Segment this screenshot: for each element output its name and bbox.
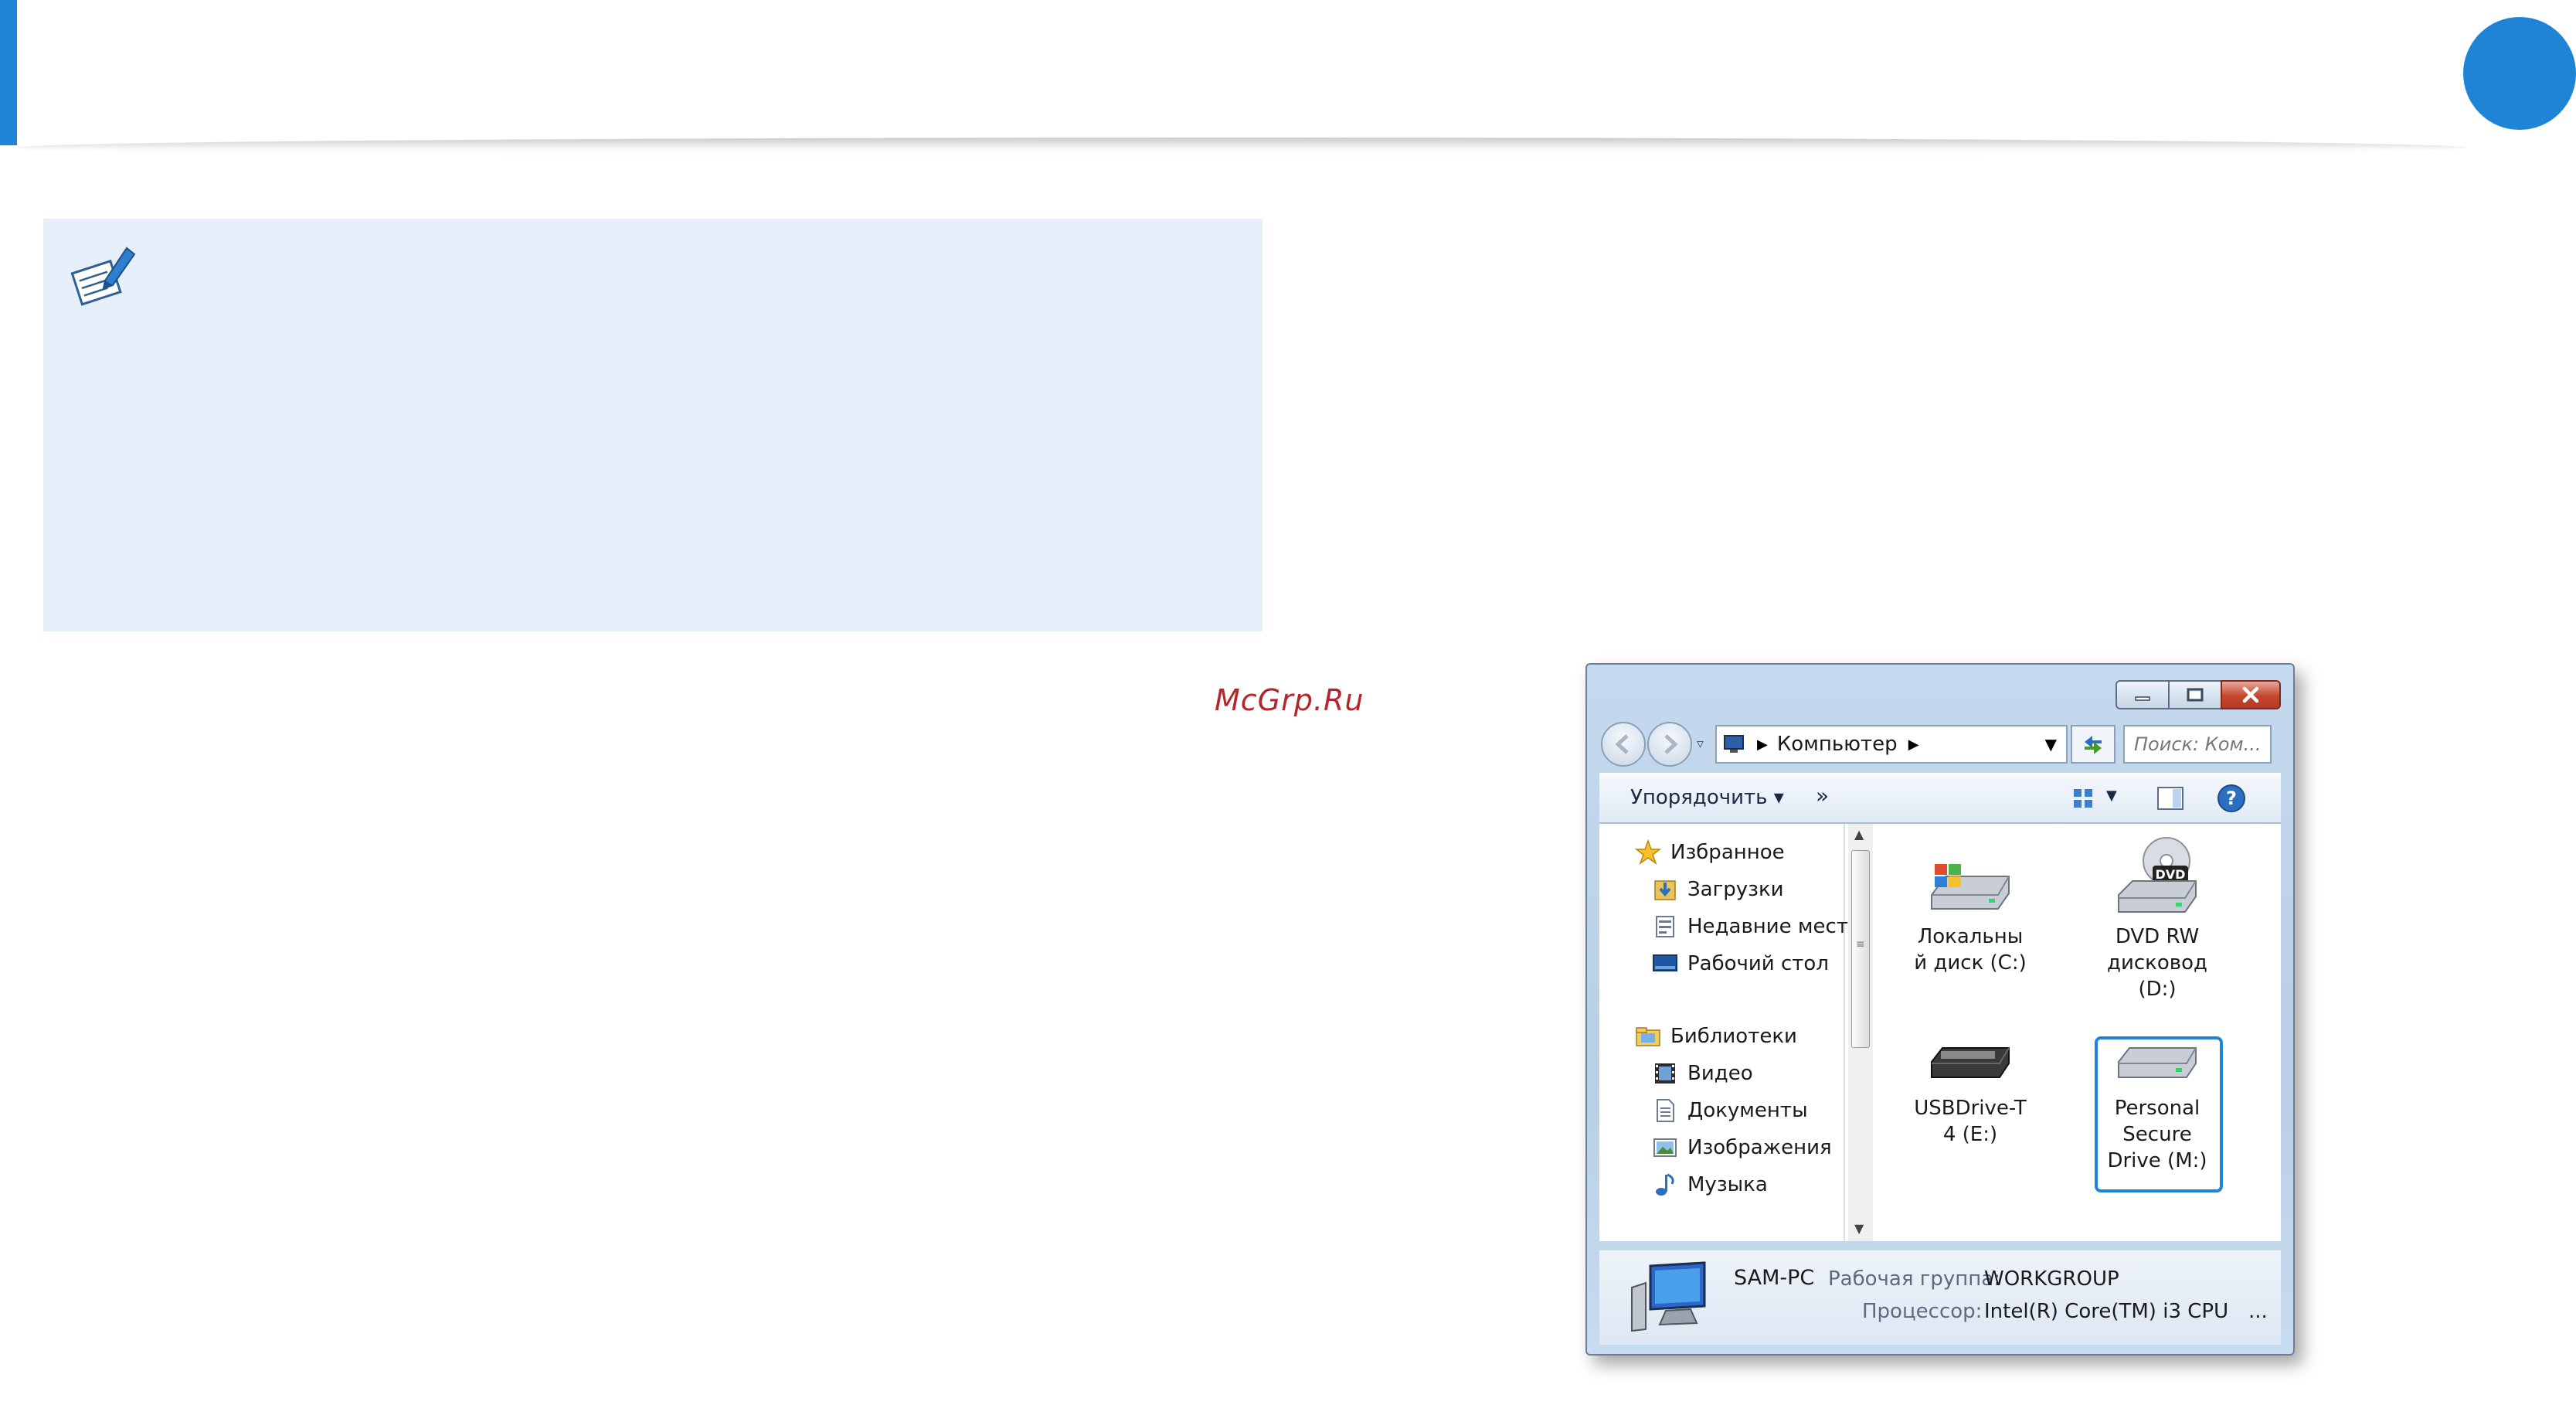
- cpu-label: Процессор:: [1862, 1300, 1983, 1323]
- computer-icon: [1631, 1261, 1706, 1332]
- selected-drive-highlight: [2095, 1036, 2223, 1192]
- address-path: Компьютер: [1776, 733, 1898, 756]
- drive-item[interactable]: DVD DVD RW дисковод (D:): [2092, 835, 2222, 1002]
- note-box: [43, 219, 1263, 631]
- nav-scrollbar[interactable]: ▲ ≡ ▼: [1848, 824, 1873, 1241]
- watermark-text: McGrp.Ru: [1215, 683, 1364, 717]
- command-bar: Упорядочить ▾ » ▼ ?: [1599, 773, 2281, 824]
- refresh-button[interactable]: [2071, 725, 2116, 764]
- navigation-pane: Избранное Загрузки Недавние места Рабочи…: [1599, 824, 1861, 1241]
- drive-label-line: дисковод: [2107, 951, 2207, 975]
- scroll-down-icon[interactable]: ▼: [1854, 1221, 1864, 1236]
- explorer-window: ▿ ▶ Компьютер ▶ ▼ Поиск: Ком... Упорядоч…: [1585, 663, 2295, 1356]
- nav-desktop[interactable]: Рабочий стол: [1652, 951, 1829, 977]
- desktop-icon: [1653, 954, 1677, 971]
- nav-item-label: Библиотеки: [1670, 1025, 1797, 1048]
- manual-page: McGrp.Ru ▿ ▶ Компьютер ▶ ▼ Поиск: Ком...…: [0, 0, 2576, 1405]
- organize-button[interactable]: Упорядочить ▾: [1630, 786, 1784, 809]
- svg-text:?: ?: [2226, 788, 2237, 809]
- maximize-button[interactable]: [2168, 680, 2222, 709]
- minimize-button[interactable]: [2116, 680, 2170, 709]
- forward-arrow-icon: [1664, 734, 1678, 754]
- back-button[interactable]: [1601, 722, 1646, 767]
- details-more: ...: [2248, 1300, 2268, 1323]
- star-icon: [1635, 839, 1661, 865]
- page-accent-bar: [0, 0, 17, 145]
- drive-label-line: DVD RW: [2115, 925, 2200, 948]
- music-icon: [1656, 1173, 1674, 1196]
- scroll-up-icon[interactable]: ▲: [1854, 827, 1864, 842]
- back-arrow-icon: [1615, 734, 1629, 754]
- cpu-value: Intel(R) Core(TM) i3 CPU: [1984, 1300, 2229, 1323]
- nav-music[interactable]: Музыка: [1652, 1172, 1768, 1198]
- forward-button[interactable]: [1647, 722, 1692, 767]
- drive-label-line: (D:): [2138, 978, 2177, 1001]
- header-divider: [17, 138, 2466, 158]
- more-commands-button[interactable]: »: [1816, 783, 1829, 808]
- nav-item-label: Рабочий стол: [1687, 952, 1829, 975]
- nav-item-label: Избранное: [1670, 841, 1785, 864]
- libraries-icon: [1636, 1027, 1660, 1046]
- drive-label-line: USBDrive-T: [1914, 1097, 2027, 1120]
- address-separator-icon: ▶: [1908, 736, 1919, 753]
- nav-item-label: Загрузки: [1687, 878, 1784, 901]
- nav-images[interactable]: Изображения: [1652, 1135, 1832, 1161]
- details-pane: SAM-PC Рабочая группа: WORKGROUP Процесс…: [1599, 1250, 2281, 1345]
- nav-item-label: Видео: [1687, 1062, 1753, 1085]
- workgroup-label: Рабочая группа:: [1828, 1267, 2000, 1291]
- restore-icon: [2187, 688, 2204, 702]
- nav-item-label: Изображения: [1687, 1136, 1832, 1159]
- nav-item-label: Документы: [1687, 1099, 1808, 1122]
- dvd-drive-icon: DVD: [2118, 837, 2197, 913]
- drive-item[interactable]: USBDrive-T 4 (E:): [1905, 1034, 2035, 1148]
- note-pencil-icon: [70, 247, 136, 306]
- nav-item-label: Музыка: [1687, 1173, 1768, 1196]
- computer-small-icon: [1724, 735, 1744, 753]
- computer-name: SAM-PC: [1734, 1266, 1815, 1290]
- scroll-thumb[interactable]: ≡: [1851, 850, 1870, 1048]
- video-icon: [1655, 1063, 1675, 1084]
- nav-libraries[interactable]: Библиотеки: [1635, 1023, 1797, 1049]
- change-view-icon[interactable]: [2071, 784, 2099, 812]
- address-dropdown-icon[interactable]: ▼: [2045, 735, 2057, 754]
- nav-video[interactable]: Видео: [1652, 1060, 1753, 1087]
- dvd-badge-text: DVD: [2156, 867, 2186, 882]
- view-dropdown-icon[interactable]: ▼: [2106, 788, 2117, 804]
- drive-label-line: 4 (E:): [1942, 1123, 1998, 1146]
- nav-recent-places[interactable]: Недавние места: [1652, 913, 1861, 940]
- grip-icon: ≡: [1856, 938, 1865, 951]
- help-icon[interactable]: ?: [2216, 783, 2247, 814]
- close-button[interactable]: [2221, 680, 2281, 709]
- nav-item-label: Недавние места: [1687, 915, 1861, 938]
- drive-label-line: й диск (C:): [1914, 951, 2027, 975]
- drive-item[interactable]: Локальны й диск (C:): [1905, 855, 2035, 976]
- drive-label-line: Локальны: [1917, 925, 2024, 948]
- images-icon: [1653, 1138, 1677, 1157]
- address-row: ▿ ▶ Компьютер ▶ ▼ Поиск: Ком...: [1601, 720, 2281, 767]
- workgroup-value: WORKGROUP: [1984, 1267, 2119, 1291]
- preview-pane-icon[interactable]: [2156, 784, 2185, 812]
- nav-downloads[interactable]: Загрузки: [1652, 876, 1784, 903]
- address-bar[interactable]: ▶ Компьютер ▶ ▼: [1715, 725, 2068, 764]
- page-badge-circle: [2463, 17, 2576, 130]
- window-controls: [2116, 680, 2281, 709]
- usb-drive-icon: [1931, 1047, 2010, 1078]
- documents-icon: [1657, 1099, 1674, 1122]
- nav-favorites[interactable]: Избранное: [1635, 839, 1785, 866]
- nav-documents[interactable]: Документы: [1652, 1097, 1808, 1124]
- downloads-icon: [1654, 880, 1676, 900]
- close-icon: [2242, 686, 2259, 703]
- refresh-icon: [2085, 736, 2102, 754]
- address-separator-icon: ▶: [1757, 736, 1768, 753]
- recent-places-icon: [1656, 916, 1674, 937]
- recent-pages-chevron-icon[interactable]: ▿: [1697, 736, 1704, 752]
- minimize-icon: [2135, 696, 2150, 701]
- local-disk-icon: [1931, 864, 2010, 910]
- search-input[interactable]: Поиск: Ком...: [2123, 725, 2272, 764]
